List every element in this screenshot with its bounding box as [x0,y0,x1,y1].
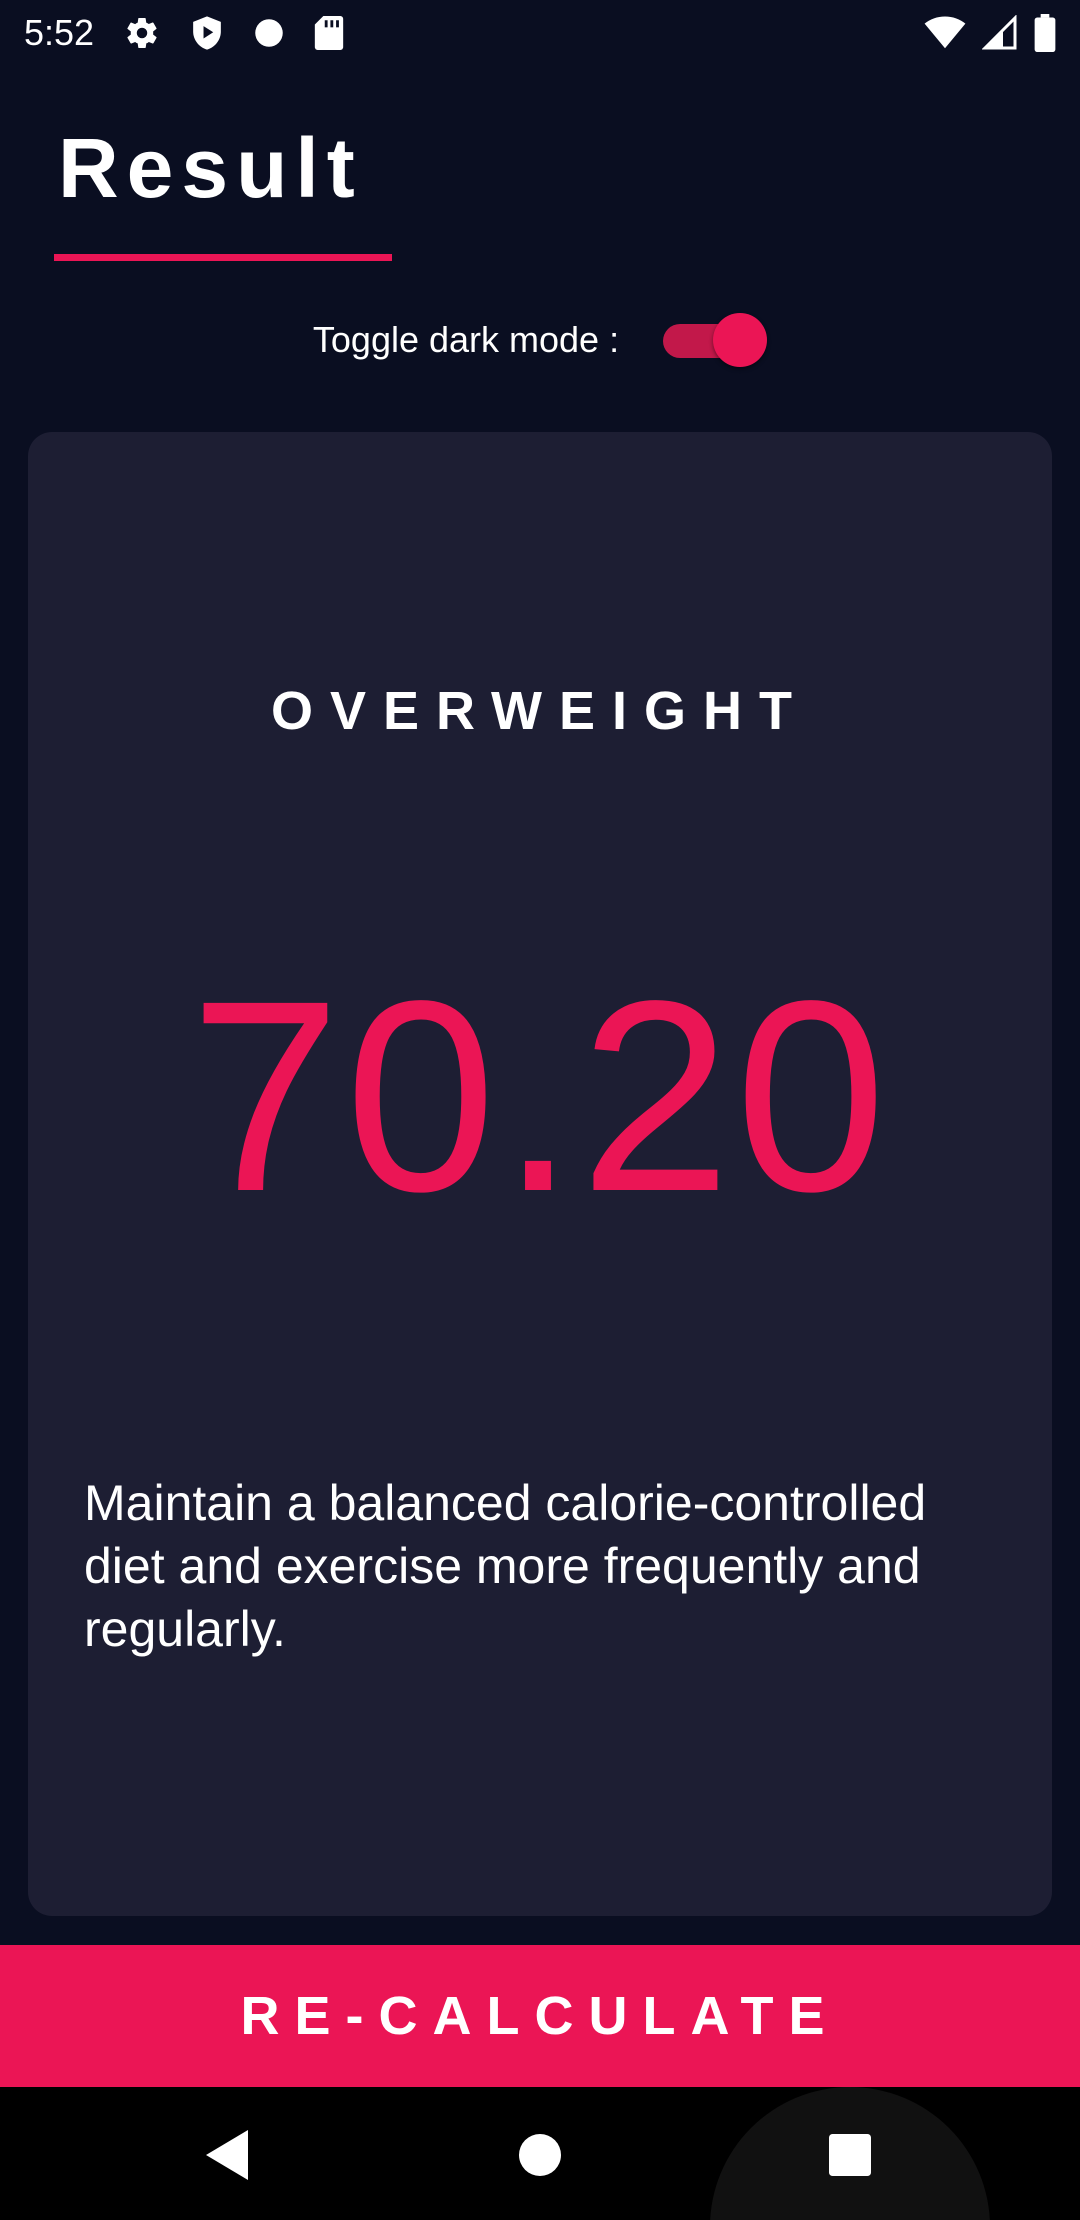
recalculate-label: RE-CALCULATE [240,1986,840,2046]
recents-icon[interactable] [818,2123,882,2187]
dark-mode-toggle-label: Toggle dark mode : [312,319,620,360]
status-icons-right [924,14,1056,52]
signal-icon [982,15,1018,51]
dark-mode-toggle-row: Toggle dark mode : [0,300,1080,380]
navigation-bar [0,2087,1080,2220]
status-icons-left [124,15,344,51]
status-time: 5:52 [24,12,95,53]
sd-card-icon [314,16,344,50]
switch-thumb[interactable] [713,313,768,367]
bmi-category: OVERWEIGHT [270,681,810,741]
battery-icon [1034,14,1056,52]
settings-icon [124,15,160,51]
dark-mode-switch[interactable] [663,313,768,367]
title-underline [54,254,392,261]
back-icon[interactable] [196,2123,260,2187]
recalculate-button[interactable]: RE-CALCULATE [0,1945,1080,2087]
page-title: Result [58,121,363,215]
home-icon[interactable] [508,2123,572,2187]
status-bar: 5:52 [0,0,1080,66]
dot-icon [254,18,284,48]
result-screen: 5:52 Result Toggle dark mode: OVERWEIGH… [0,0,1080,2220]
wifi-icon [924,16,966,50]
bmi-value: 70.20 [189,944,891,1248]
bmi-advice: Maintain a balanced calorie-controlled d… [84,1475,927,1657]
shield-icon [190,15,224,51]
